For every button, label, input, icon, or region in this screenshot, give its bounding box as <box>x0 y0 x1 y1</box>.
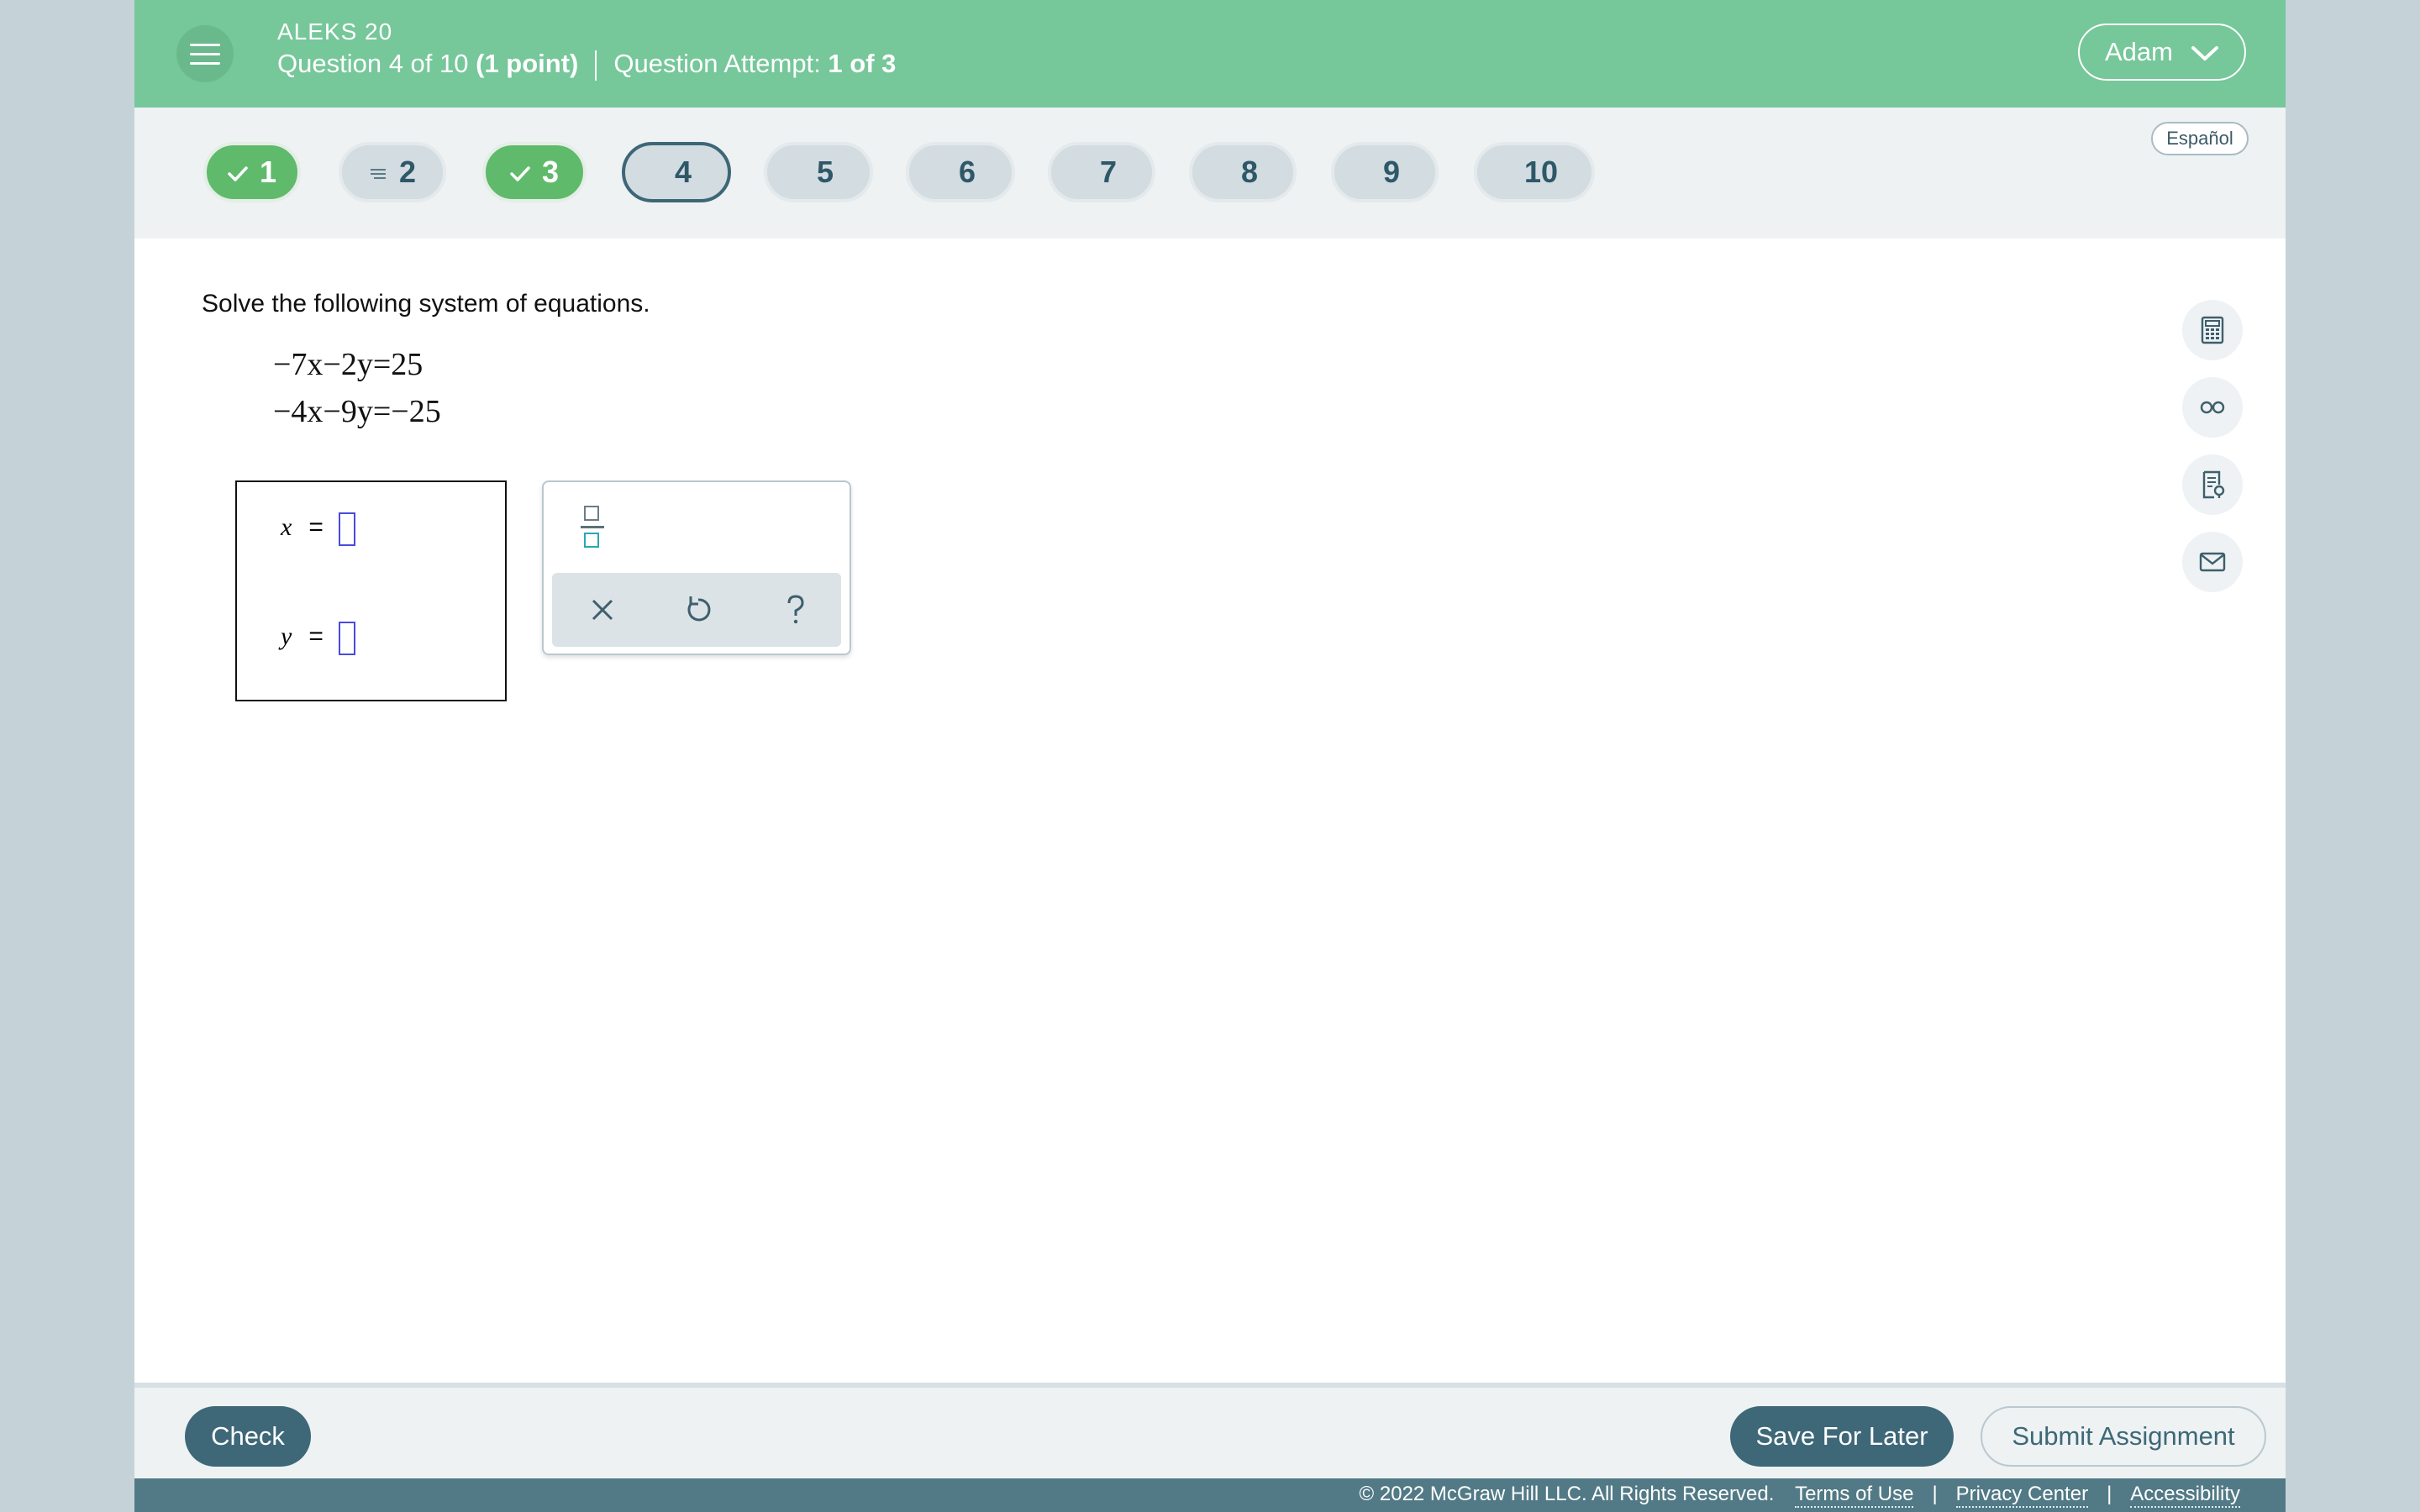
equation-1: −7x−2y=25 <box>273 347 424 382</box>
question-pill-1[interactable]: 1 <box>203 142 301 202</box>
question-pill-6[interactable]: 6 <box>906 142 1015 202</box>
aleks-app: ALEKS 20 Question 4 of 10 (1 point) Quest… <box>134 0 2286 1512</box>
header-bar: ALEKS 20 Question 4 of 10 (1 point) Quest… <box>134 0 2286 108</box>
check-button[interactable]: Check <box>185 1406 311 1467</box>
question-pill-label: 3 <box>541 155 560 189</box>
math-palette <box>542 480 851 655</box>
question-pill-label: 4 <box>674 155 692 189</box>
question-pill-label: 10 <box>1523 155 1559 189</box>
link-separator: | <box>2107 1483 2112 1505</box>
language-espanol-button[interactable]: Español <box>2151 122 2249 155</box>
textbook-button[interactable] <box>2182 454 2243 515</box>
equals-sign: = <box>308 622 324 650</box>
copyright-text: © 2022 McGraw Hill LLC. All Rights Reser… <box>1359 1483 1775 1505</box>
copyright-bar: © 2022 McGraw Hill LLC. All Rights Reser… <box>134 1478 2286 1512</box>
question-pill-label: 9 <box>1382 155 1401 189</box>
x-answer-input[interactable] <box>338 512 355 546</box>
calculator-icon <box>2201 316 2224 344</box>
accessibility-link[interactable]: Accessibility <box>2130 1483 2240 1508</box>
link-separator: | <box>1932 1483 1938 1505</box>
question-pill-label: 7 <box>1099 155 1118 189</box>
question-pill-5[interactable]: 5 <box>764 142 873 202</box>
question-pill-2[interactable]: 2 <box>339 142 446 202</box>
app-title: ALEKS 20 <box>277 18 393 45</box>
fraction-button[interactable] <box>577 502 608 553</box>
question-status: Question 4 of 10 (1 point) Question Attem… <box>277 49 896 81</box>
equation-2: −4x−9y=−25 <box>273 394 441 429</box>
answer-box: x = y = <box>235 480 507 701</box>
y-answer-input[interactable] <box>338 622 355 655</box>
variable-x: x <box>281 512 292 541</box>
chevron-down-icon <box>2191 46 2218 60</box>
undo-icon[interactable] <box>680 591 717 628</box>
list-lines-icon <box>370 169 386 180</box>
question-pill-label: 6 <box>958 155 976 189</box>
hamburger-menu-button[interactable] <box>176 25 234 82</box>
message-button[interactable] <box>2182 532 2243 592</box>
save-for-later-button[interactable]: Save For Later <box>1730 1406 1954 1467</box>
question-pill-label: 1 <box>259 155 277 189</box>
reading-glasses-icon <box>2200 401 2225 414</box>
question-pill-9[interactable]: 9 <box>1331 142 1439 202</box>
palette-actions <box>552 573 841 647</box>
question-pill-label: 8 <box>1240 155 1259 189</box>
check-icon <box>228 166 248 182</box>
privacy-center-link[interactable]: Privacy Center <box>1955 1483 2089 1508</box>
fraction-icon <box>584 506 599 521</box>
question-pill-4[interactable]: 4 <box>622 142 731 202</box>
question-pill-3[interactable]: 3 <box>482 142 587 202</box>
clear-icon[interactable] <box>584 591 621 628</box>
question-pill-10[interactable]: 10 <box>1474 142 1595 202</box>
answer-row-x: x = <box>281 512 355 546</box>
textbook-icon <box>2202 470 2225 499</box>
user-menu-button[interactable]: Adam <box>2078 24 2246 81</box>
question-pill-8[interactable]: 8 <box>1189 142 1297 202</box>
question-pill-7[interactable]: 7 <box>1048 142 1155 202</box>
attempt-label: Question Attempt: <box>613 49 821 78</box>
help-icon[interactable] <box>777 591 814 628</box>
variable-y: y <box>281 622 292 650</box>
question-pill-label: 2 <box>398 155 417 189</box>
footer-bar: Check Save For Later Submit Assignment <box>134 1383 2286 1478</box>
attempt-value: 1 of 3 <box>828 49 897 78</box>
calculator-button[interactable] <box>2182 300 2243 360</box>
question-number: Question 4 of 10 <box>277 49 469 78</box>
question-pill-label: 5 <box>816 155 834 189</box>
submit-assignment-button[interactable]: Submit Assignment <box>1981 1406 2266 1467</box>
terms-of-use-link[interactable]: Terms of Use <box>1795 1483 1914 1508</box>
question-prompt: Solve the following system of equations. <box>202 290 650 318</box>
header-divider <box>595 50 597 81</box>
reading-glasses-button[interactable] <box>2182 377 2243 438</box>
check-icon <box>510 166 530 182</box>
answer-row-y: y = <box>281 622 355 655</box>
equals-sign: = <box>308 512 324 541</box>
question-points: (1 point) <box>476 49 579 78</box>
question-navigation: 1 2 3 4 5 6 7 8 9 10 Español <box>134 108 2286 239</box>
user-name: Adam <box>2105 37 2173 66</box>
message-icon <box>2199 552 2226 572</box>
